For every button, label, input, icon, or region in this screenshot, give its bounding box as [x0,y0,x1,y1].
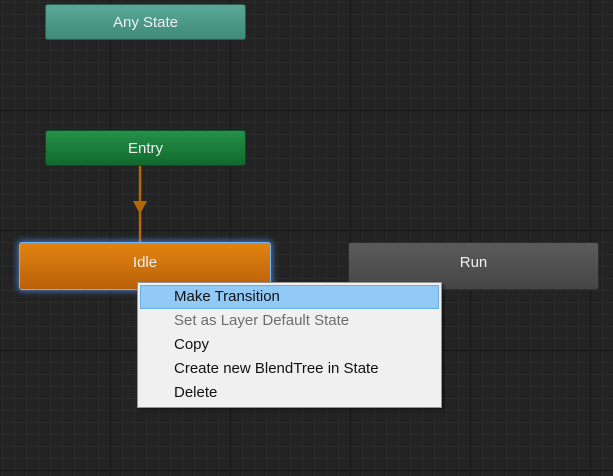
state-context-menu: Make Transition Set as Layer Default Sta… [137,282,442,408]
menu-item-set-default-state: Set as Layer Default State [174,312,350,329]
menu-item-create-blendtree[interactable]: Create new BlendTree in State [140,357,439,381]
menu-item-make-transition[interactable]: Make Transition [140,285,439,309]
animator-graph-canvas[interactable]: Any State Entry Idle Run Make Transition… [0,0,613,476]
state-label: Entry [127,139,163,157]
state-label: Run [459,254,488,271]
state-label: Idle [132,254,158,271]
state-any-state[interactable]: Any State [45,4,246,40]
transition-arrow-icon [133,201,147,214]
menu-item-copy[interactable]: Copy [140,333,439,357]
state-entry[interactable]: Entry [45,130,246,166]
state-label: Any State [112,13,179,31]
menu-item-delete[interactable]: Delete [140,381,439,405]
